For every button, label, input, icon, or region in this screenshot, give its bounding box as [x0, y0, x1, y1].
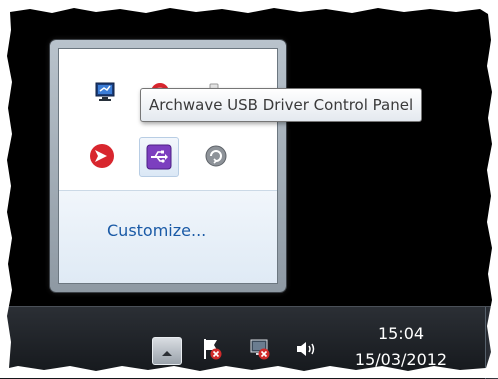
show-hidden-icons-button[interactable]: [152, 337, 182, 365]
tooltip: Archwave USB Driver Control Panel: [140, 88, 423, 122]
chevron-up-icon: [161, 342, 173, 361]
tooltip-text: Archwave USB Driver Control Panel: [149, 96, 414, 114]
volume-icon[interactable]: [294, 337, 318, 361]
taskbar: 15:04 15/03/2012: [0, 306, 498, 379]
usb-driver-icon[interactable]: [139, 137, 179, 177]
customize-link[interactable]: Customize...: [107, 221, 206, 240]
avid-logo-icon[interactable]: [89, 143, 115, 169]
overflow-panel-content: Customize...: [58, 48, 278, 284]
network-monitor-icon[interactable]: [93, 79, 119, 105]
overflow-footer: Customize...: [59, 190, 277, 283]
network-disconnected-icon[interactable]: [248, 337, 272, 361]
clock-time: 15:04: [377, 324, 425, 343]
show-desktop-button[interactable]: [485, 307, 498, 379]
clock-date: 15/03/2012: [354, 350, 448, 369]
notification-overflow-panel: Customize...: [50, 40, 286, 292]
taskbar-clock[interactable]: 15:04 15/03/2012: [342, 321, 460, 373]
sync-icon[interactable]: [203, 143, 229, 169]
action-center-icon[interactable]: [200, 337, 224, 361]
